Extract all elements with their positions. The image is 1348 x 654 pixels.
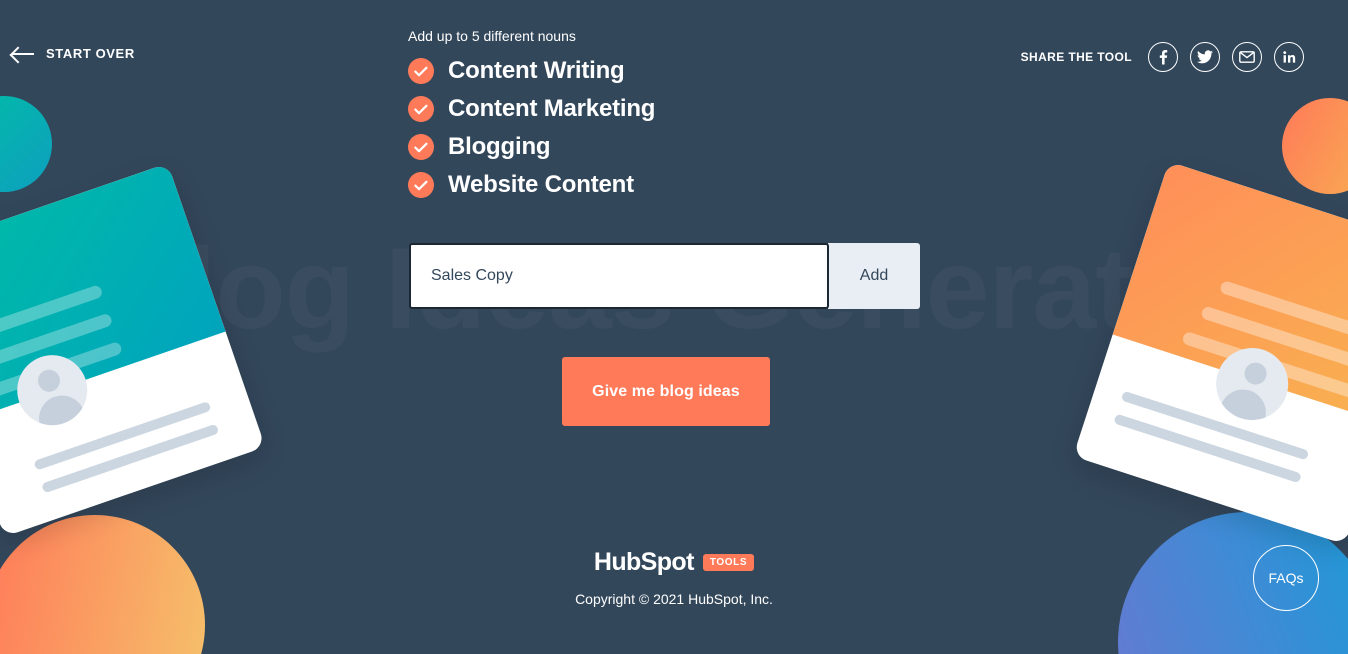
faqs-button[interactable]: FAQs — [1253, 545, 1319, 611]
facebook-icon[interactable] — [1148, 42, 1178, 72]
start-over-label: START OVER — [46, 46, 135, 61]
check-circle-icon[interactable] — [408, 172, 434, 198]
hubspot-logo-text: HubSpot — [593, 548, 695, 576]
noun-label: Content Writing — [448, 57, 625, 84]
share-label: SHARE THE TOOL — [1020, 50, 1132, 64]
share-the-tool: SHARE THE TOOL — [1021, 42, 1304, 72]
check-circle-icon[interactable] — [408, 58, 434, 84]
nouns-panel: Add up to 5 different nouns Content Writ… — [408, 28, 655, 204]
check-circle-icon[interactable] — [408, 134, 434, 160]
copyright-text: Copyright © 2021 HubSpot, Inc. — [575, 591, 773, 607]
noun-list-item[interactable]: Blogging — [408, 128, 655, 166]
give-me-blog-ideas-button[interactable]: Give me blog ideas — [562, 357, 770, 426]
page-content: START OVER SHARE THE TOOL Add up to 5 di… — [0, 0, 1348, 654]
linkedin-icon[interactable] — [1274, 42, 1304, 72]
noun-label: Blogging — [448, 133, 551, 160]
nouns-hint: Add up to 5 different nouns — [408, 28, 576, 44]
tools-badge: TOOLS — [702, 554, 755, 571]
start-over-button[interactable]: START OVER — [12, 46, 135, 61]
add-button[interactable]: Add — [828, 243, 920, 309]
noun-label: Content Marketing — [448, 95, 656, 122]
check-circle-icon[interactable] — [408, 96, 434, 122]
noun-label: Website Content — [448, 171, 634, 198]
noun-input[interactable] — [409, 243, 829, 309]
noun-list-item[interactable]: Content Writing — [408, 52, 655, 90]
footer: HubSpot TOOLS Copyright © 2021 HubSpot, … — [0, 548, 1348, 607]
noun-list-item[interactable]: Website Content — [408, 166, 655, 204]
arrow-left-icon — [12, 47, 34, 61]
noun-entry-row: Add — [409, 243, 920, 309]
noun-list-item[interactable]: Content Marketing — [408, 90, 655, 128]
twitter-icon[interactable] — [1190, 42, 1220, 72]
hubspot-logo[interactable]: HubSpot TOOLS — [593, 548, 755, 577]
email-icon[interactable] — [1232, 42, 1262, 72]
